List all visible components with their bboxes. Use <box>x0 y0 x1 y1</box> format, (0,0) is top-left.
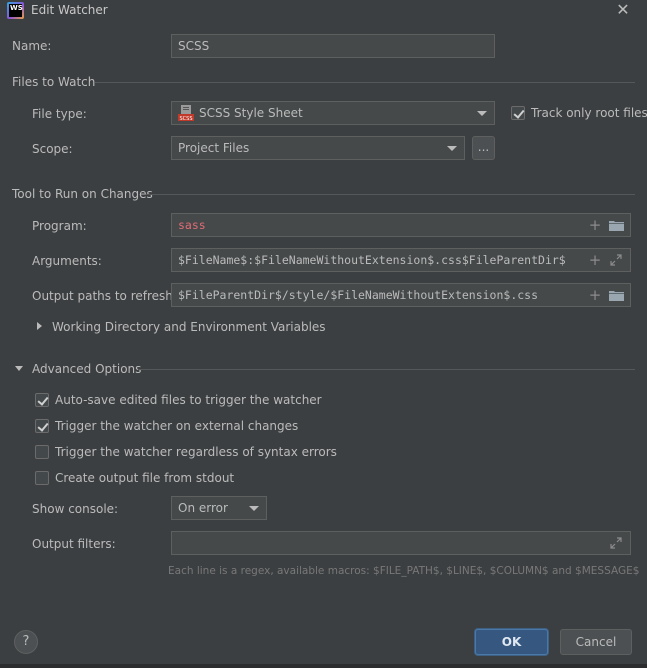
file-type-label: File type: <box>32 107 87 121</box>
track-root-label[interactable]: Track only root files <box>531 106 647 120</box>
chevron-down-icon <box>447 146 457 151</box>
output-filters-input[interactable] <box>171 531 631 555</box>
help-button[interactable]: ? <box>14 630 38 654</box>
files-to-watch-heading: Files to Watch <box>12 75 96 89</box>
external-changes-checkbox[interactable] <box>35 419 49 433</box>
working-dir-toggle[interactable]: Working Directory and Environment Variab… <box>52 320 326 334</box>
separator <box>138 369 635 370</box>
name-label: Name: <box>12 39 52 53</box>
scope-browse-button[interactable]: ... <box>472 136 495 160</box>
window-title: Edit Watcher <box>31 3 108 17</box>
webstorm-logo-icon: WS <box>7 2 24 19</box>
scope-value: Project Files <box>178 141 250 155</box>
external-changes-label[interactable]: Trigger the watcher on external changes <box>55 419 298 433</box>
stdout-label[interactable]: Create output file from stdout <box>55 471 234 485</box>
advanced-heading[interactable]: Advanced Options <box>32 362 141 376</box>
app-logo-text: WS <box>9 4 23 17</box>
collapse-arrow-icon[interactable] <box>15 366 23 371</box>
program-input[interactable]: sass <box>171 213 631 237</box>
scope-label: Scope: <box>32 142 73 156</box>
output-filters-hint: Each line is a regex, available macros: … <box>168 565 640 577</box>
cancel-button[interactable]: Cancel <box>560 629 632 655</box>
insert-macro-icon[interactable]: + <box>588 218 602 233</box>
window-border <box>0 664 647 668</box>
insert-macro-icon[interactable]: + <box>588 288 602 303</box>
stdout-checkbox[interactable] <box>35 471 49 485</box>
chevron-down-icon <box>477 111 487 116</box>
show-console-label: Show console: <box>32 502 119 516</box>
show-console-value: On error <box>178 501 228 515</box>
auto-save-checkbox[interactable] <box>35 393 49 407</box>
chevron-down-icon <box>249 506 259 511</box>
program-label: Program: <box>32 219 87 233</box>
syntax-errors-label[interactable]: Trigger the watcher regardless of syntax… <box>55 445 337 459</box>
output-paths-input[interactable]: $FileParentDir$/style/$FileNameWithoutEx… <box>171 283 631 307</box>
arguments-input[interactable]: $FileName$:$FileNameWithoutExtension$.cs… <box>171 248 631 272</box>
ok-button[interactable]: OK <box>475 629 548 655</box>
output-paths-value: $FileParentDir$/style/$FileNameWithoutEx… <box>178 288 539 302</box>
svg-text:SCSS: SCSS <box>179 116 192 121</box>
name-input[interactable]: SCSS <box>171 34 495 58</box>
expand-icon[interactable] <box>610 254 622 266</box>
track-root-checkbox[interactable] <box>511 106 525 120</box>
show-console-dropdown[interactable]: On error <box>171 496 267 520</box>
tool-heading: Tool to Run on Changes <box>12 187 153 201</box>
program-value: sass <box>178 218 206 232</box>
arguments-value: $FileName$:$FileNameWithoutExtension$.cs… <box>178 253 566 267</box>
file-type-dropdown[interactable]: SCSS SCSS Style Sheet <box>171 101 495 125</box>
scope-dropdown[interactable]: Project Files <box>171 136 465 160</box>
separator <box>146 194 635 195</box>
expand-arrow-icon[interactable] <box>37 322 42 330</box>
close-icon[interactable]: ✕ <box>614 1 632 19</box>
file-type-value: SCSS Style Sheet <box>199 106 303 120</box>
folder-icon[interactable] <box>609 290 624 301</box>
expand-icon[interactable] <box>610 537 622 549</box>
auto-save-label[interactable]: Auto-save edited files to trigger the wa… <box>55 393 322 407</box>
separator <box>95 82 635 83</box>
output-filters-label: Output filters: <box>32 537 116 551</box>
scss-file-icon: SCSS <box>178 105 194 121</box>
arguments-label: Arguments: <box>32 254 102 268</box>
insert-macro-icon[interactable]: + <box>588 253 602 268</box>
output-paths-label: Output paths to refresh: <box>32 289 177 303</box>
syntax-errors-checkbox[interactable] <box>35 445 49 459</box>
folder-icon[interactable] <box>609 220 624 231</box>
